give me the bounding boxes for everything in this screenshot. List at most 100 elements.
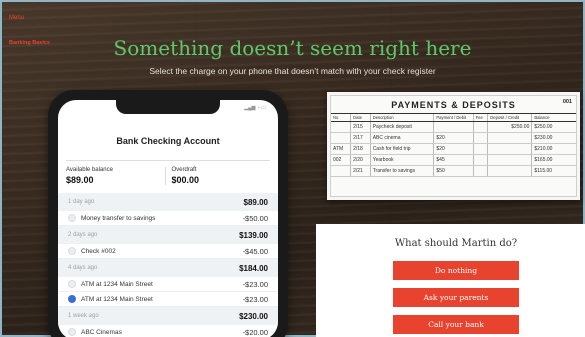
transaction-row[interactable]: ABC Cinemas -$20.00 (58, 325, 278, 337)
transaction-amount: -$50.00 (242, 213, 268, 223)
question-card: What should Martin do? Do nothing Ask yo… (316, 224, 585, 337)
register-cell (487, 132, 532, 144)
day-header: 4 days ago $184.00 (58, 259, 278, 277)
status-icons: ▂▄▆ ◔ ▭ (244, 105, 266, 111)
transaction-description: ABC Cinemas (81, 328, 122, 336)
transaction-description: ATM at 1234 Main Street (81, 280, 153, 288)
register-cell: $210.00 (531, 143, 576, 155)
day-label: 2 days ago (68, 232, 98, 238)
register-row: ATM 2/18 Cash for field trip $20 $210.00 (331, 143, 576, 155)
transaction-description: Money transfer to savings (81, 214, 156, 222)
day-label: 1 day ago (68, 199, 95, 205)
register-number: 001 (563, 99, 572, 105)
call-bank-button[interactable]: Call your bank (393, 315, 519, 334)
day-total: $139.00 (239, 230, 268, 240)
day-label: 4 days ago (68, 265, 98, 271)
register-cell: $115.00 (531, 165, 576, 177)
balance-summary: Available balance $89.00 Overdraft $00.0… (66, 160, 270, 185)
day-total: $230.00 (239, 311, 268, 321)
available-balance-label: Available balance (66, 167, 113, 173)
register-table: No Date Description Payment / Debit Fee … (331, 113, 576, 177)
account-title: Bank Checking Account (116, 136, 220, 146)
available-balance-value: $89.00 (66, 175, 94, 185)
radio-button[interactable] (68, 328, 76, 336)
column-header: Payment / Debit (433, 113, 474, 122)
menu-link[interactable]: Menu (9, 15, 24, 21)
register-number-value: 001 (562, 99, 572, 105)
phone-screen: ▂▄▆ ◔ ▭ Bank Checking Account Available … (58, 100, 278, 337)
column-header: Fee (472, 113, 488, 122)
wifi-icon: ◔ (256, 105, 260, 111)
register-cell (487, 154, 532, 166)
register-cell: $20 (433, 143, 474, 155)
register-cell: Paycheck deposit (369, 121, 434, 133)
transaction-amount: -$45.00 (242, 246, 268, 256)
register-cell (487, 165, 532, 177)
radio-button-selected[interactable] (68, 295, 76, 303)
transaction-row[interactable]: ATM at 1234 Main Street -$23.00 (58, 277, 278, 292)
register-sheet: PAYMENTS & DEPOSITS 001 No Date Descript… (330, 95, 577, 197)
column-header: Description (369, 113, 434, 122)
register-row: 2/17 ABC cinema $20 $230.00 (331, 132, 576, 144)
transaction-description: Check #002 (81, 247, 116, 255)
check-register: PAYMENTS & DEPOSITS 001 No Date Descript… (327, 92, 580, 200)
register-cell (472, 121, 488, 133)
register-cell: ATM (331, 143, 351, 155)
transaction-row[interactable]: Money transfer to savings -$50.00 (58, 211, 278, 226)
day-total: $184.00 (239, 263, 268, 273)
register-cell (331, 165, 351, 177)
register-cell: $50 (433, 165, 474, 177)
overdraft-value: $00.00 (171, 175, 200, 185)
register-cell: 2/18 (350, 143, 371, 155)
day-label: 1 week ago (68, 313, 99, 319)
day-header: 1 day ago $89.00 (58, 193, 278, 211)
register-row: 2/15 Paycheck deposit $250.00 $250.00 (331, 121, 576, 133)
register-cell: $230.00 (531, 132, 576, 144)
register-cell (331, 132, 351, 144)
day-header: 1 week ago $230.00 (58, 307, 278, 325)
available-balance: Available balance $89.00 (66, 167, 165, 185)
transaction-amount: -$23.00 (242, 294, 268, 304)
register-cell (331, 121, 351, 133)
register-cell: ABC cinema (369, 132, 434, 144)
radio-button[interactable] (68, 214, 76, 222)
column-header: No (331, 113, 351, 122)
transaction-amount: -$20.00 (242, 327, 268, 337)
transaction-row[interactable]: Check #002 -$45.00 (58, 244, 278, 259)
phone-notch (116, 100, 220, 114)
register-cell (487, 143, 532, 155)
day-header: 2 days ago $139.00 (58, 226, 278, 244)
register-cell: 2/15 (350, 121, 371, 133)
page-title: Something doesn’t seem right here (113, 36, 472, 60)
overdraft: Overdraft $00.00 (164, 167, 271, 185)
ask-parents-button[interactable]: Ask your parents (393, 288, 519, 307)
register-cell: 2/21 (350, 165, 371, 177)
transaction-row-selected[interactable]: ATM at 1234 Main Street -$23.00 (58, 292, 278, 307)
register-cell: $20 (433, 132, 474, 144)
transaction-description: ATM at 1234 Main Street (81, 295, 153, 303)
register-cell: Transfer to savings (369, 165, 434, 177)
do-nothing-button[interactable]: Do nothing (393, 261, 519, 280)
register-cell: Cash for field trip (369, 143, 434, 155)
register-cell: 002 (331, 154, 351, 166)
register-cell: Yearbook (369, 154, 434, 166)
question-title: What should Martin do? (394, 238, 518, 249)
register-cell: $165.00 (531, 154, 576, 166)
radio-button[interactable] (68, 280, 76, 288)
overdraft-label: Overdraft (171, 167, 197, 173)
register-cell: $250.00 (487, 121, 532, 133)
register-title: PAYMENTS & DEPOSITS (391, 100, 516, 110)
transaction-amount: -$23.00 (242, 279, 268, 289)
page-subtitle: Select the charge on your phone that doe… (149, 66, 436, 76)
register-cell: $250.00 (531, 121, 576, 133)
column-header: Date (350, 113, 371, 122)
register-cell (472, 132, 488, 144)
register-row: 2/21 Transfer to savings $50 $115.00 (331, 165, 576, 177)
battery-icon: ▭ (261, 105, 266, 111)
register-cell (472, 143, 488, 155)
register-row: 002 2/20 Yearbook $45 $165.00 (331, 154, 576, 166)
register-header-row: No Date Description Payment / Debit Fee … (331, 113, 576, 122)
radio-button[interactable] (68, 247, 76, 255)
transaction-list: 1 day ago $89.00 Money transfer to savin… (58, 193, 278, 337)
status-bar: ▂▄▆ ◔ ▭ (58, 100, 278, 122)
